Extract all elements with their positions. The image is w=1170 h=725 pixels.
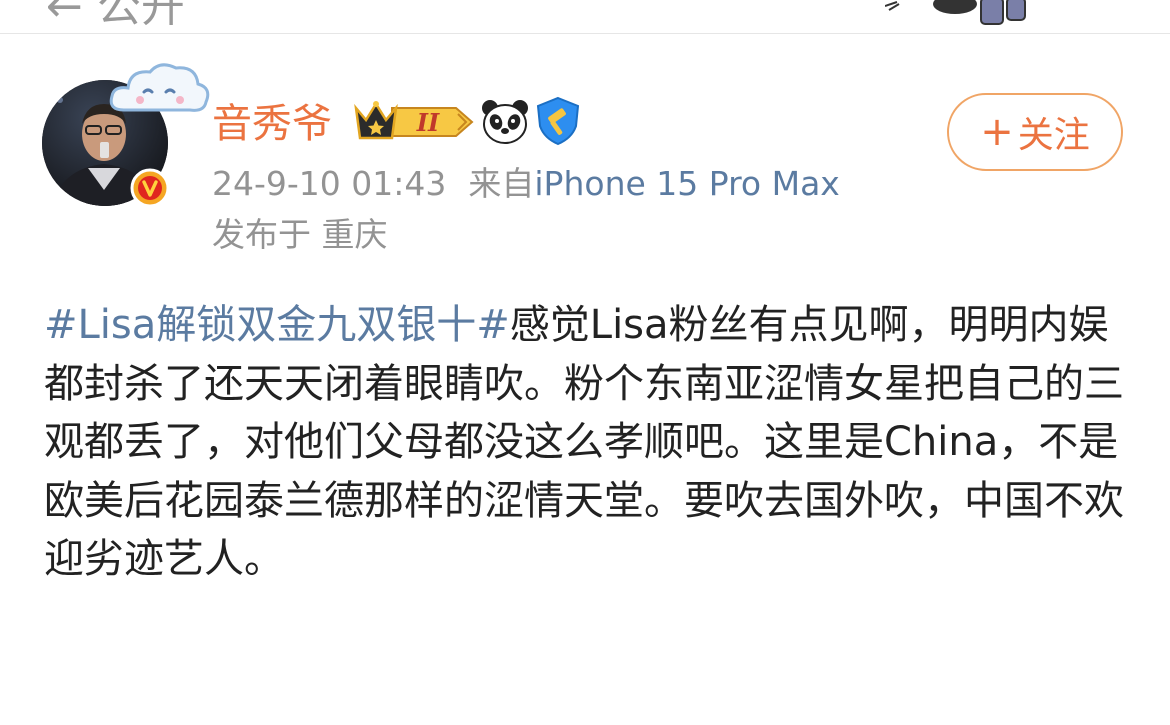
- post-source-device[interactable]: iPhone 15 Pro Max: [534, 164, 839, 203]
- author-name[interactable]: 音秀爷: [212, 100, 332, 148]
- post-hashtag[interactable]: #Lisa解锁双金九双银十#: [44, 302, 510, 348]
- post-datetime: 24-9-10 01:43: [212, 164, 447, 203]
- gavel-shield-icon[interactable]: [534, 96, 582, 146]
- crown-vip-level-ii-icon[interactable]: II: [352, 98, 474, 146]
- panda-icon[interactable]: [480, 96, 530, 146]
- header-divider: [0, 33, 1170, 34]
- source-prefix: 来自: [468, 164, 535, 203]
- top-header-strip: ← 公开: [0, 0, 1170, 34]
- v-verified-icon: [130, 168, 170, 208]
- follow-label: 关注: [1017, 115, 1090, 156]
- svg-text:II: II: [416, 108, 440, 137]
- cloud-decoration-icon: [109, 63, 210, 112]
- post-content: #Lisa解锁双金九双银十#感觉Lisa粉丝有点见啊，明明内娱都封杀了还天天闭着…: [44, 296, 1134, 589]
- post-meta: 24-9-10 01:43 来自iPhone 15 Pro Max: [212, 163, 840, 205]
- follow-button[interactable]: + 关注: [947, 93, 1123, 171]
- post-location: 发布于 重庆: [212, 215, 388, 254]
- back-header-text[interactable]: ← 公开: [46, 0, 185, 34]
- cartoon-sticker-icon: [885, 0, 1026, 25]
- plus-icon: +: [980, 109, 1014, 155]
